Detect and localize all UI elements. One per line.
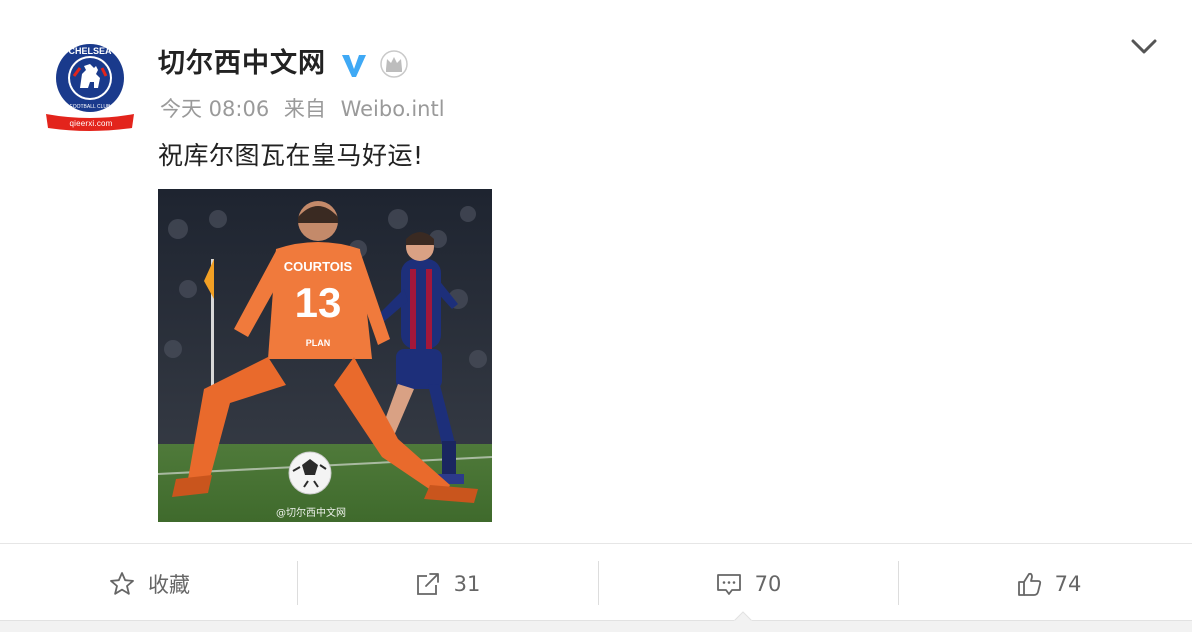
post-meta: 今天 08:06 来自 Weibo.intl [160, 93, 445, 125]
crown-icon[interactable] [379, 49, 409, 79]
comment-bubble-icon [716, 573, 741, 595]
repost-count: 31 [453, 571, 481, 596]
avatar-badge-text: CHELSEA [68, 46, 112, 56]
avatar-domain-text: qieerxi.com [69, 119, 113, 128]
like-button[interactable]: 74 [899, 544, 1192, 623]
post-source-prefix: 来自 [283, 97, 326, 121]
football-photo-image: COURTOIS 13 PLAN [158, 189, 492, 522]
post-text: 祝库尔图瓦在皇马好运! [158, 141, 424, 170]
shirt-sponsor: PLAN [306, 338, 331, 348]
post-source[interactable]: Weibo.intl [341, 97, 445, 121]
comment-count: 70 [754, 571, 782, 596]
chevron-down-icon[interactable] [1124, 30, 1164, 64]
photo-watermark: @切尔西中文网 [276, 508, 346, 519]
football-ball [288, 451, 332, 495]
weibo-post: CHELSEA FOOTBALL CLUB qieerxi.com 切尔西中文网… [0, 0, 1192, 632]
post-photo[interactable]: COURTOIS 13 PLAN @切尔西中文网 [158, 189, 492, 522]
favorite-label: 收藏 [148, 572, 190, 597]
like-count: 74 [1054, 571, 1082, 596]
avatar-badge-subtext: FOOTBALL CLUB [70, 104, 111, 110]
shirt-number: 13 [295, 279, 342, 326]
username[interactable]: 切尔西中文网 [158, 46, 326, 82]
comment-indicator-arrow-icon [734, 611, 752, 622]
action-bar: 收藏 31 70 74 [0, 543, 1192, 623]
share-arrow-icon [416, 572, 439, 595]
favorite-button[interactable]: 收藏 [0, 544, 298, 623]
avatar[interactable]: CHELSEA FOOTBALL CLUB qieerxi.com [44, 38, 136, 138]
repost-button[interactable]: 31 [298, 544, 596, 623]
feed-separator [0, 620, 1192, 632]
shirt-name: COURTOIS [284, 259, 353, 274]
post-time: 今天 08:06 [160, 97, 270, 121]
thumbs-up-icon [1017, 572, 1041, 596]
verified-v-icon[interactable] [339, 50, 369, 80]
star-icon [110, 571, 134, 595]
